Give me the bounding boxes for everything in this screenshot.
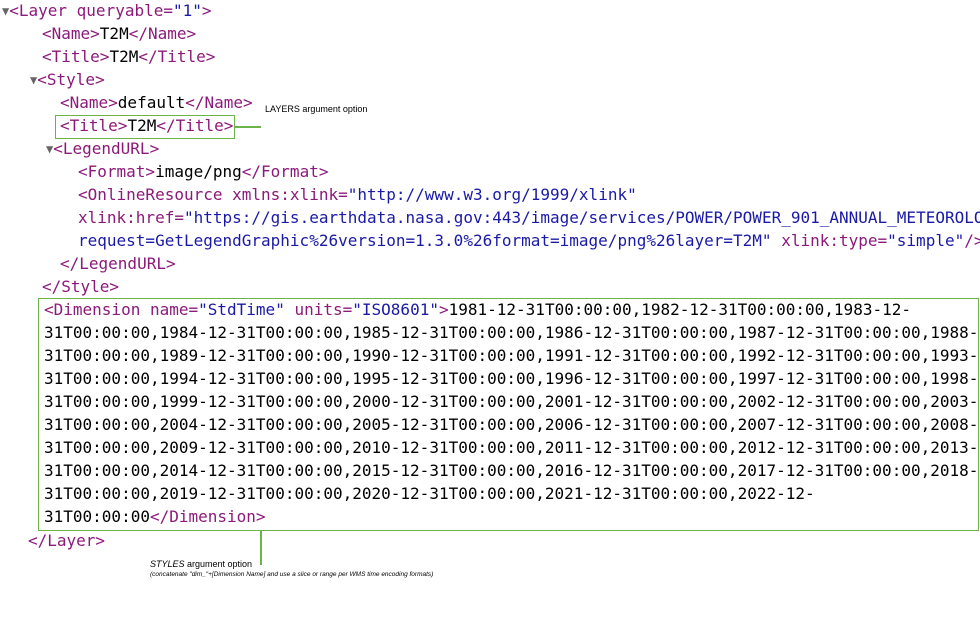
format-line: <Format>image/png</Format> (78, 162, 329, 181)
layer-open-line: ▼<Layer queryable="1"> (2, 1, 212, 20)
layer-title-value: T2M (109, 47, 139, 66)
style-name-value: default (117, 93, 186, 112)
href-line: xlink:href="https://gis.earthdata.nasa.g… (78, 207, 980, 229)
layer-title-line: <Title>T2M</Title> (42, 47, 216, 66)
layers-highlight-box (55, 115, 235, 139)
layer-name-line: <Name>T2M</Name> (42, 24, 197, 43)
style-name-line: <Name>default</Name> (60, 93, 253, 112)
format-value: image/png (155, 162, 242, 181)
styles-highlight-box (38, 298, 979, 531)
layers-connector-line (235, 126, 261, 128)
legendurl-close-line: </LegendURL> (60, 254, 176, 273)
style-close-line: </Style> (42, 277, 120, 296)
collapse-triangle-icon[interactable]: ▼ (30, 73, 37, 87)
layers-argument-note: LAYERS argument option (265, 104, 368, 114)
collapse-triangle-icon[interactable]: ▼ (46, 142, 53, 156)
styles-argument-note: STYLES argument option (150, 559, 253, 569)
href-url-value[interactable]: "https://gis.earthdata.nasa.gov:443/imag… (184, 208, 980, 227)
styles-connector-line (260, 531, 262, 565)
layer-name-value: T2M (99, 24, 129, 43)
layer-close-line: </Layer> (28, 531, 106, 550)
href-continuation-line: request=GetLegendGraphic%26version=1.3.0… (78, 231, 980, 250)
styles-argument-subnote: (concatenate "dim_"+[Dimension Name] and… (150, 571, 434, 578)
collapse-triangle-icon[interactable]: ▼ (2, 4, 9, 18)
online-resource-line: <OnlineResource xmlns:xlink="http://www.… (78, 185, 637, 204)
style-open-line: ▼<Style> (30, 70, 105, 89)
legendurl-open-line: ▼<LegendURL> (46, 139, 160, 158)
xml-tree-view: ▼<Layer queryable="1"> <Name>T2M</Name> … (0, 0, 980, 632)
